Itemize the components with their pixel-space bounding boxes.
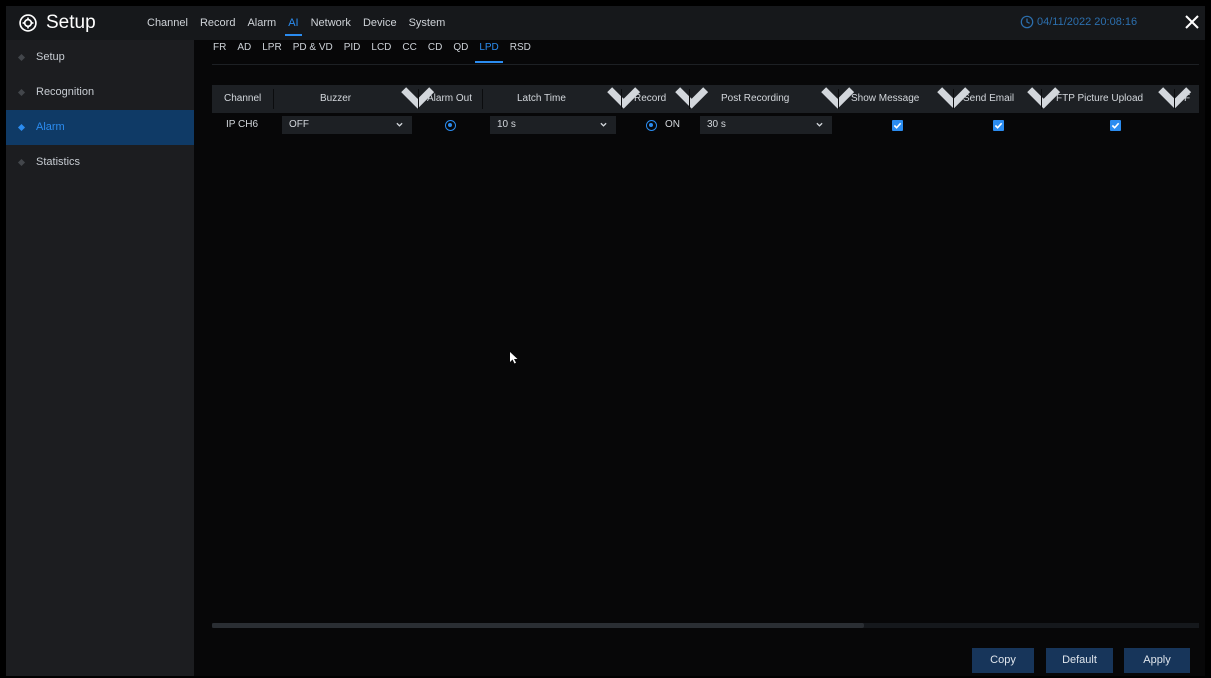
chevron-down-icon <box>396 122 403 127</box>
tab-lpd[interactable]: LPD <box>475 40 504 63</box>
table-header: Channel Buzzer Alarm Out Latch Time Reco… <box>212 85 1199 113</box>
nav-device[interactable]: Device <box>363 6 397 40</box>
diamond-icon <box>17 158 26 167</box>
sidebar-item-alarm[interactable]: Alarm <box>6 110 194 145</box>
channel-cell: IP CH6 <box>226 119 259 130</box>
apply-button[interactable]: Apply <box>1124 648 1190 673</box>
column-divider <box>838 89 839 109</box>
main-nav: Channel Record Alarm AI Network Device S… <box>147 6 457 40</box>
column-divider <box>621 89 622 109</box>
scrollbar-thumb[interactable] <box>212 623 864 628</box>
gear-icon <box>19 14 37 32</box>
sidebar-item-label: Alarm <box>36 121 65 133</box>
latch-time-value: 10 s <box>497 119 516 130</box>
column-divider <box>418 89 419 109</box>
column-divider <box>273 89 274 109</box>
header-post-recording: Post Recording <box>721 93 790 104</box>
header-channel: Channel <box>224 93 262 104</box>
nav-ai[interactable]: AI <box>285 6 303 40</box>
subtab-divider <box>212 64 1199 65</box>
header-ftp-picture-upload: FTP Picture Upload <box>1056 93 1144 104</box>
tab-qd[interactable]: QD <box>453 40 468 62</box>
sidebar-item-statistics[interactable]: Statistics <box>6 145 194 180</box>
top-bar: Setup Channel Record Alarm AI Network De… <box>6 6 1205 40</box>
horizontal-scrollbar[interactable] <box>212 623 1199 628</box>
check-icon <box>893 122 902 129</box>
clock-icon <box>1020 15 1034 29</box>
buzzer-value: OFF <box>289 119 309 130</box>
post-recording-select[interactable]: 30 s <box>700 116 832 134</box>
tab-pd-vd[interactable]: PD & VD <box>293 40 333 62</box>
close-icon[interactable] <box>1183 13 1201 31</box>
sidebar-item-label: Recognition <box>36 86 95 98</box>
buzzer-select[interactable]: OFF <box>282 116 412 134</box>
tab-fr[interactable]: FR <box>213 40 226 62</box>
diamond-icon <box>17 123 26 132</box>
chevron-down-icon <box>600 122 607 127</box>
sidebar-item-label: Setup <box>36 51 65 63</box>
sidebar-item-label: Statistics <box>36 156 81 168</box>
header-send-email: Send Email <box>963 93 1015 104</box>
alarm-out-radio[interactable] <box>445 120 456 131</box>
header-record: Record <box>634 93 667 104</box>
sidebar-item-setup[interactable]: Setup <box>6 40 194 75</box>
tab-cd[interactable]: CD <box>428 40 442 62</box>
tab-lcd[interactable]: LCD <box>371 40 391 62</box>
nav-record[interactable]: Record <box>200 6 235 40</box>
check-icon <box>994 122 1003 129</box>
ftp-upload-checkbox[interactable] <box>1110 120 1121 131</box>
nav-alarm[interactable]: Alarm <box>247 6 276 40</box>
column-divider <box>1041 89 1042 109</box>
default-button[interactable]: Default <box>1046 648 1113 673</box>
column-divider <box>1174 89 1175 109</box>
column-divider <box>482 89 483 109</box>
diamond-icon <box>17 88 26 97</box>
header-show-message: Show Message <box>851 93 920 104</box>
mouse-pointer-icon <box>510 352 518 364</box>
column-divider <box>953 89 954 109</box>
setup-logo: Setup <box>18 12 96 34</box>
diamond-icon <box>17 53 26 62</box>
datetime-text: 04/11/2022 20:08:16 <box>1037 16 1138 28</box>
nav-channel[interactable]: Channel <box>147 6 188 40</box>
latch-time-select[interactable]: 10 s <box>490 116 616 134</box>
header-truncated: F <box>1184 93 1191 104</box>
check-icon <box>1111 122 1120 129</box>
nav-system[interactable]: System <box>409 6 446 40</box>
copy-button[interactable]: Copy <box>972 648 1034 673</box>
tab-lpr[interactable]: LPR <box>262 40 281 62</box>
send-email-checkbox[interactable] <box>993 120 1004 131</box>
ai-subtabs: FR AD LPR PD & VD PID LCD CC CD QD LPD R… <box>213 40 542 63</box>
header-buzzer: Buzzer <box>320 93 352 104</box>
nav-network[interactable]: Network <box>311 6 351 40</box>
tab-rsd[interactable]: RSD <box>510 40 531 62</box>
datetime-display: 04/11/2022 20:08:16 <box>1020 15 1137 29</box>
sidebar-item-recognition[interactable]: Recognition <box>6 75 194 110</box>
header-alarm-out: Alarm Out <box>427 93 473 104</box>
header-latch-time: Latch Time <box>517 93 566 104</box>
column-divider <box>689 89 690 109</box>
chevron-down-icon <box>816 122 823 127</box>
table-row: IP CH6 OFF 10 s ON 30 s <box>212 116 1199 138</box>
post-recording-value: 30 s <box>707 119 726 130</box>
tab-ad[interactable]: AD <box>237 40 251 62</box>
tab-pid[interactable]: PID <box>344 40 361 62</box>
record-radio[interactable] <box>646 120 657 131</box>
chevron-down-icon[interactable] <box>673 85 710 113</box>
page-title: Setup <box>46 12 96 33</box>
sidebar: Setup Recognition Alarm Statistics <box>6 40 194 676</box>
tab-cc[interactable]: CC <box>402 40 416 62</box>
show-message-checkbox[interactable] <box>892 120 903 131</box>
record-label: ON <box>665 119 680 130</box>
